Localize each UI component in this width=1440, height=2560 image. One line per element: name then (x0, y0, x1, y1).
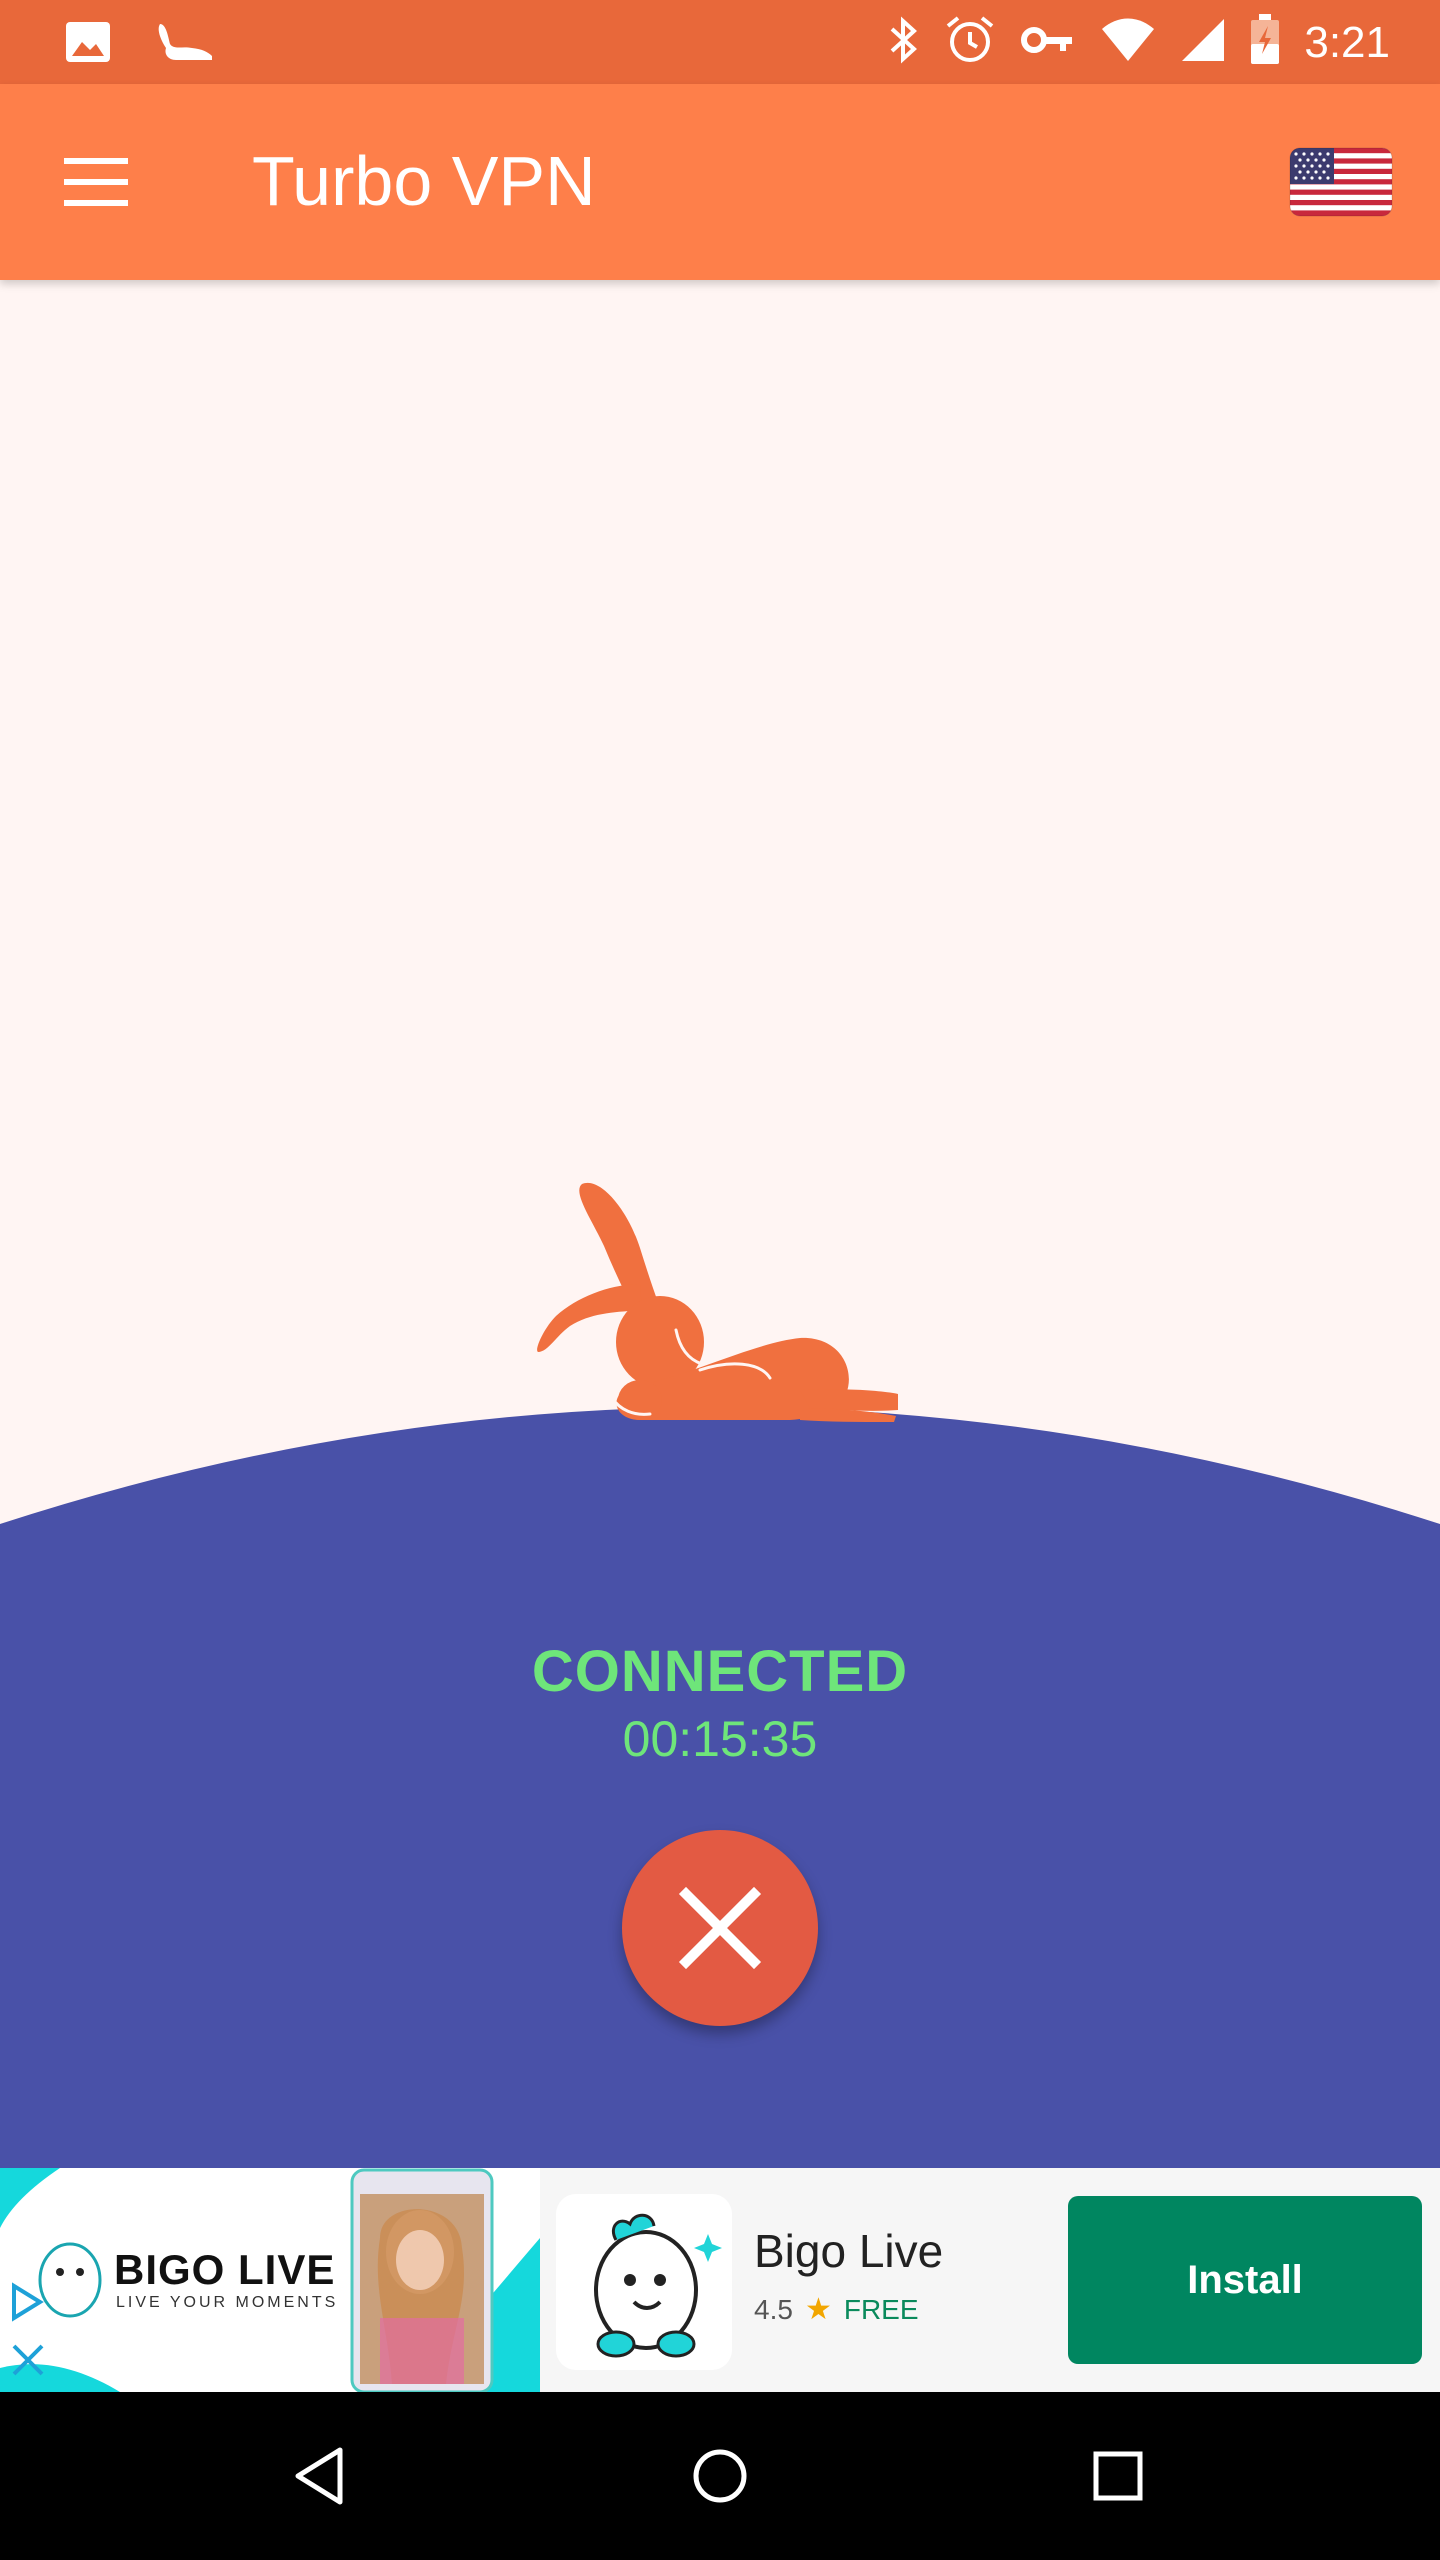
wifi-icon (1100, 17, 1156, 68)
ad-close-icon[interactable] (8, 2340, 48, 2380)
menu-icon (64, 158, 128, 206)
ad-rating-value: 4.5 (754, 2293, 793, 2325)
battery-icon (1250, 14, 1280, 71)
image-icon (64, 18, 112, 71)
disconnect-button[interactable] (622, 1830, 818, 2026)
signal-icon (1180, 17, 1226, 68)
back-button[interactable] (282, 2436, 362, 2516)
rabbit-illustration (537, 1182, 898, 1422)
app-bar: Turbo VPN (0, 84, 1440, 280)
back-icon (295, 2447, 343, 2505)
ad-price: FREE (843, 2293, 919, 2325)
status-time: 3:21 (1304, 17, 1390, 67)
ad-brand-text: BIGO LIVE (114, 2246, 336, 2293)
recents-button[interactable] (1078, 2436, 1158, 2516)
adchoices-icon[interactable] (6, 2282, 46, 2322)
ad-app-name: Bigo Live (754, 2225, 944, 2277)
alarm-icon (944, 14, 996, 71)
install-button[interactable]: Install (1068, 2196, 1422, 2364)
bluetooth-icon (886, 15, 920, 70)
main-content: CONNECTED 00:15:35 (0, 280, 1440, 2168)
menu-button[interactable] (56, 146, 136, 218)
ad-brand-tagline: LIVE YOUR MOMENTS (116, 2294, 339, 2311)
ad-banner[interactable]: BIGO LIVE LIVE YOUR MOMENTS Bigo Live 4.… (0, 2168, 1440, 2392)
home-icon (693, 2449, 747, 2503)
vpn-key-icon (1020, 20, 1076, 65)
turbo-vpn-notification-icon (152, 18, 216, 71)
system-navigation-bar (0, 2392, 1440, 2560)
app-title: Turbo VPN (252, 142, 596, 220)
star-icon: ★ (804, 2293, 832, 2326)
status-bar-system: 3:21 (886, 14, 1390, 71)
location-flag-button[interactable] (1288, 142, 1394, 222)
connection-timer: 00:15:35 (622, 1711, 818, 1767)
close-icon (678, 1886, 762, 1970)
recents-icon (1093, 2451, 1143, 2501)
ad-app-icon[interactable] (556, 2194, 732, 2370)
ad-rating-row: 4.5 ★ FREE (754, 2292, 919, 2327)
ad-image[interactable]: BIGO LIVE LIVE YOUR MOMENTS (0, 2168, 540, 2392)
us-flag-icon (1289, 147, 1393, 217)
connection-status-label: CONNECTED (531, 1639, 909, 1704)
status-bar-notifications (64, 18, 216, 71)
home-button[interactable] (680, 2436, 760, 2516)
status-bar: 3:21 (0, 0, 1440, 84)
